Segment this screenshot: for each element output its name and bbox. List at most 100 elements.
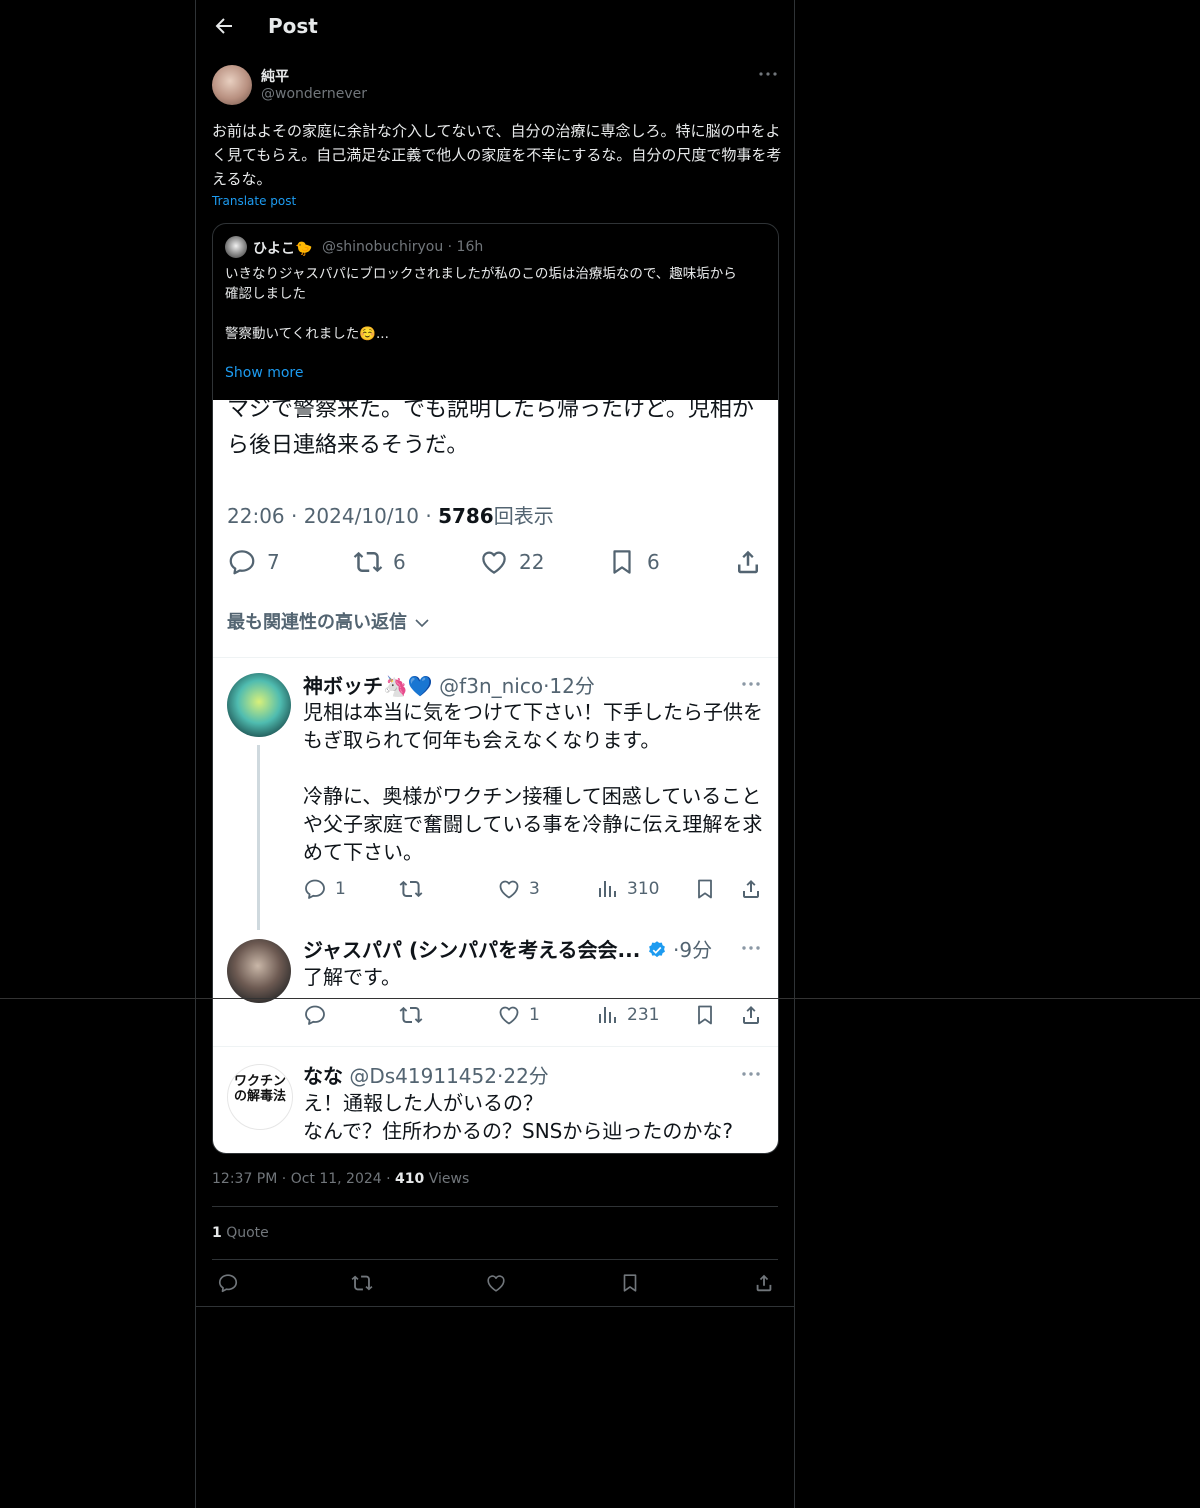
screenshot-text: マジで警察来た。でも説明したら帰ったけど。児相から後日連絡来るそうだ。 — [227, 400, 754, 458]
screenshot-bookmark: 6 — [607, 540, 660, 584]
more-options-icon — [739, 672, 763, 696]
reply-icon — [229, 550, 255, 575]
screenshot-repost-count: 6 — [393, 550, 406, 574]
reply-like-count: 3 — [529, 879, 540, 899]
screenshot-reply: 7 — [227, 540, 280, 584]
reply-like-count: 1 — [529, 1005, 540, 1025]
reply-actions: 1 3 310 — [303, 874, 763, 904]
heart-icon — [499, 880, 519, 899]
screenshot-bookmark-count: 6 — [647, 550, 660, 574]
post-text: お前はよその家庭に余計な介入してないで、自分の治療に専念しろ。特に脳の中をよく見… — [212, 122, 782, 188]
more-options-icon — [739, 1062, 763, 1086]
verified-badge-icon — [648, 941, 665, 958]
screenshot-views-label: 回表示 — [493, 504, 554, 528]
reply-bookmark — [693, 874, 717, 904]
heart-icon — [499, 1006, 519, 1025]
reply-bookmark — [693, 1000, 717, 1030]
analytics-icon — [599, 881, 616, 897]
share-icon — [738, 550, 758, 574]
repost-icon — [353, 551, 383, 573]
reply-reply-count: 1 — [335, 879, 346, 899]
reply-age: ·22分 — [496, 1064, 549, 1088]
show-more-link[interactable]: Show more — [225, 365, 304, 381]
post-time[interactable]: 12:37 PM — [212, 1171, 277, 1187]
reply-author-name: なな — [303, 1064, 343, 1088]
screenshot-repost: 6 — [353, 540, 406, 584]
post-timestamp: 12:37 PM · Oct 11, 2024 · 410 Views — [212, 1171, 470, 1187]
reply-share — [739, 874, 763, 904]
heart-icon — [482, 551, 506, 574]
repost-icon[interactable] — [351, 1272, 373, 1294]
embedded-screenshot: マジで警察来た。でも説明したら帰ったけど。児相から後日連絡来るそうだ。 22:0… — [213, 400, 778, 1153]
main-column: Post 純平 @wondernever お前はよその家庭に余計な介入してないで… — [195, 0, 795, 1508]
screenshot-like: 22 — [479, 540, 544, 584]
quoted-author-meta: @shinobuchiryou · 16h — [322, 239, 483, 255]
quoted-author-name[interactable]: ひよこ🐤 — [253, 238, 312, 258]
screenshot-reply-count: 7 — [267, 550, 280, 574]
post-date[interactable]: Oct 11, 2024 — [291, 1171, 382, 1187]
bookmark-icon — [698, 879, 712, 899]
author-name[interactable]: 純平 — [261, 66, 289, 86]
quote-count-number: 1 — [212, 1225, 222, 1241]
reply-like: 1 — [497, 1000, 540, 1030]
share-icon[interactable] — [753, 1272, 775, 1294]
reply-icon — [305, 1005, 325, 1025]
divider — [212, 1259, 778, 1260]
share-icon — [743, 1006, 759, 1024]
more-options-icon[interactable] — [756, 62, 780, 86]
reply-icon — [305, 879, 325, 899]
reply-header: ジャスパパ (シンパパを考える会会... ·9分 — [303, 934, 712, 963]
more-options-icon — [739, 936, 763, 960]
reply-header: なな @Ds41911452·22分 — [303, 1060, 549, 1089]
analytics-icon — [599, 1007, 616, 1023]
reply-avatar — [227, 939, 291, 1003]
quoted-avatar[interactable] — [225, 236, 247, 258]
quoted-post[interactable]: ひよこ🐤 @shinobuchiryou · 16h いきなりジャスパパにブロッ… — [212, 223, 779, 1154]
reply-views-count: 231 — [627, 1005, 660, 1025]
reply-reply — [303, 1000, 327, 1030]
author-avatar[interactable] — [212, 65, 252, 105]
reply-avatar-text: ワクチンの解毒法 — [234, 1074, 287, 1104]
reply-reply: 1 — [303, 874, 346, 904]
reply-text: 了解です。 — [303, 965, 401, 989]
repost-icon — [399, 1006, 423, 1024]
bookmark-icon[interactable] — [619, 1272, 641, 1294]
reply-sort-label: 最も関連性の高い返信 — [227, 612, 407, 633]
reply-views-count: 310 — [627, 879, 660, 899]
reply-icon[interactable] — [217, 1272, 239, 1294]
back-arrow-icon[interactable] — [212, 14, 236, 38]
reply-age: ·12分 — [543, 674, 595, 698]
quote-count[interactable]: 1 Quote — [212, 1225, 269, 1241]
header: Post — [196, 0, 794, 54]
chevron-down-icon — [415, 619, 429, 628]
quoted-text: いきなりジャスパパにブロックされましたが私のこの垢は治療垢なので、趣味垢から 確… — [225, 266, 737, 342]
screenshot-actions: 7 6 22 6 — [213, 540, 778, 584]
reply-avatar — [227, 673, 291, 737]
reply-like: 3 — [497, 874, 540, 904]
reply-actions: 1 231 — [303, 1000, 763, 1030]
reply-share — [739, 1000, 763, 1030]
reply-sort: 最も関連性の高い返信 — [227, 608, 431, 634]
reply-views: 231 — [595, 1000, 659, 1030]
bookmark-icon — [698, 1005, 712, 1025]
divider — [213, 657, 778, 658]
reply-avatar: ワクチンの解毒法 — [227, 1064, 293, 1130]
reply-views: 310 — [595, 874, 659, 904]
heart-icon[interactable] — [485, 1272, 507, 1294]
divider — [0, 998, 1200, 999]
author-handle[interactable]: @wondernever — [261, 86, 367, 102]
post-views-count: 410 — [395, 1171, 425, 1187]
reply-repost — [399, 1000, 423, 1030]
divider — [213, 1046, 778, 1047]
divider — [196, 1306, 794, 1307]
screenshot-meta: 22:06 · 2024/10/10 · 5786回表示 — [227, 500, 554, 529]
reply-author-handle: @f3n_nico — [439, 674, 544, 698]
quoted-author-handle[interactable]: @shinobuchiryou — [322, 239, 443, 255]
reply-text: え！通報した人がいるの？ なんで？住所わかるの？SNSから辿ったのかな? — [303, 1091, 733, 1143]
repost-icon — [399, 880, 423, 898]
translate-link[interactable]: Translate post — [212, 194, 296, 208]
reply-author-handle: @Ds41911452 — [349, 1064, 497, 1088]
reply-header: 神ボッチ🦄💙 @f3n_nico·12分 — [303, 670, 595, 699]
share-icon — [743, 880, 759, 898]
divider — [212, 1206, 778, 1207]
